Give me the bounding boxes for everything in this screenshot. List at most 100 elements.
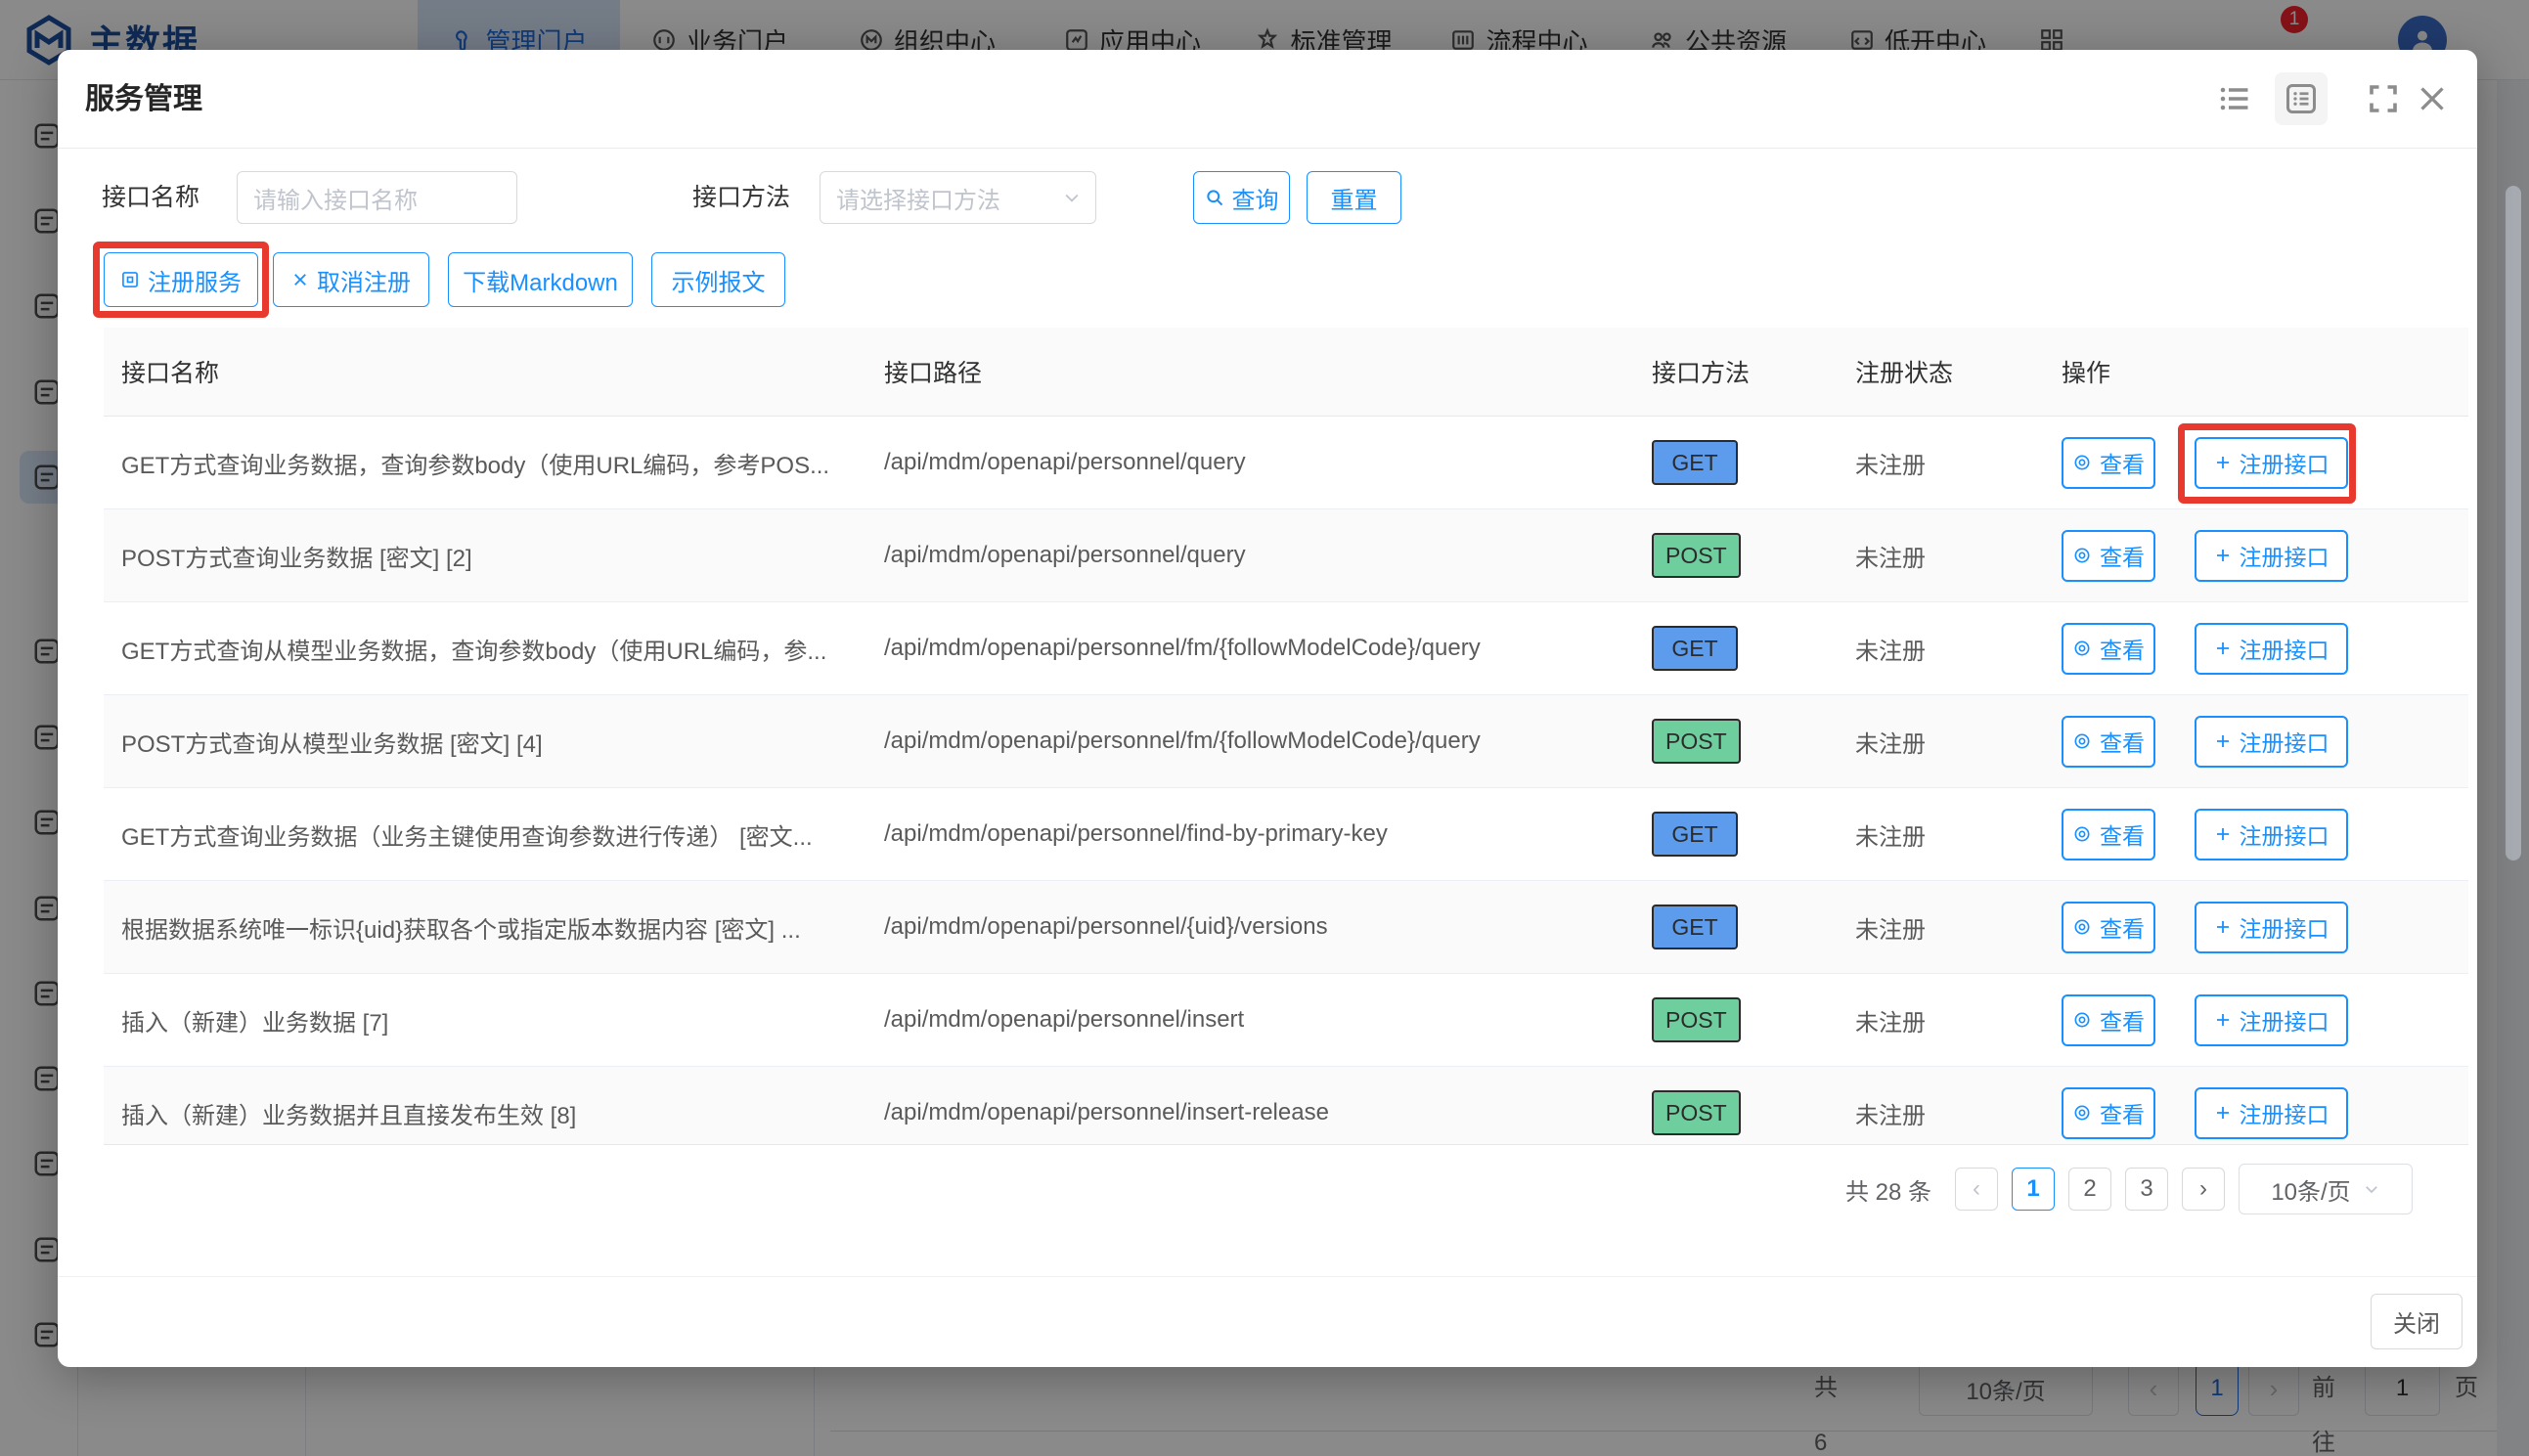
annotation-register-api — [2178, 423, 2356, 504]
cell-interface-path: /api/mdm/openapi/personnel/find-by-prima… — [866, 788, 1634, 880]
plus-icon — [2214, 640, 2232, 657]
annotation-register-service — [93, 242, 269, 318]
interface-method-label: 接口方法 — [692, 171, 790, 224]
page-button-2[interactable]: 2 — [2068, 1168, 2111, 1211]
dialog-header: 服务管理 — [58, 50, 2477, 149]
table-row: GET方式查询业务数据，查询参数body（使用URL编码，参考POS.../ap… — [104, 417, 2468, 509]
view-icon — [2072, 731, 2092, 751]
pagination-divider — [104, 1144, 2468, 1145]
interface-method-placeholder: 请选择接口方法 — [836, 181, 1000, 215]
table-row: 根据数据系统唯一标识{uid}获取各个或指定版本数据内容 [密文] .../ap… — [104, 881, 2468, 974]
view-icon — [2072, 824, 2092, 844]
method-tag: GET — [1652, 904, 1738, 949]
register-api-button[interactable]: 注册接口 — [2195, 902, 2348, 953]
reset-label: 重置 — [1331, 181, 1378, 215]
view-button[interactable]: 查看 — [2062, 994, 2155, 1046]
cancel-register-button[interactable]: 取消注册 — [273, 252, 429, 307]
dialog-title: 服务管理 — [85, 50, 202, 149]
method-tag: POST — [1652, 997, 1741, 1042]
sample-message-button[interactable]: 示例报文 — [651, 252, 785, 307]
x-icon — [291, 271, 309, 288]
method-tag: POST — [1652, 1090, 1741, 1135]
table-row: 插入（新建）业务数据 [7]/api/mdm/openapi/personnel… — [104, 974, 2468, 1067]
cell-register-status: 未注册 — [1838, 695, 2044, 787]
method-tag: GET — [1652, 812, 1738, 857]
chevron-down-icon — [2363, 1180, 2380, 1198]
register-api-button[interactable]: 注册接口 — [2195, 994, 2348, 1046]
cell-register-status: 未注册 — [1838, 602, 2044, 694]
register-api-button[interactable]: 注册接口 — [2195, 530, 2348, 582]
view-button[interactable]: 查看 — [2062, 716, 2155, 768]
cell-interface-name: POST方式查询从模型业务数据 [密文] [4] — [104, 695, 866, 787]
col-register-status: 注册状态 — [1838, 328, 2044, 416]
cell-interface-path: /api/mdm/openapi/personnel/query — [866, 509, 1634, 601]
cell-interface-name: POST方式查询业务数据 [密文] [2] — [104, 509, 866, 601]
plus-icon — [2214, 1011, 2232, 1029]
next-page-button[interactable]: › — [2182, 1168, 2225, 1211]
method-tag: POST — [1652, 719, 1741, 764]
cell-interface-path: /api/mdm/openapi/personnel/fm/{followMod… — [866, 695, 1634, 787]
cell-interface-name: 插入（新建）业务数据并且直接发布生效 [8] — [104, 1067, 866, 1144]
list-view-icon[interactable] — [2217, 81, 2252, 116]
download-markdown-label: 下载Markdown — [463, 263, 618, 297]
close-icon[interactable] — [2415, 81, 2450, 116]
register-api-button[interactable]: 注册接口 — [2195, 1087, 2348, 1139]
view-icon — [2072, 639, 2092, 658]
view-button[interactable]: 查看 — [2062, 623, 2155, 675]
table-row: POST方式查询从模型业务数据 [密文] [4]/api/mdm/openapi… — [104, 695, 2468, 788]
query-label: 查询 — [1232, 181, 1279, 215]
cell-register-status: 未注册 — [1838, 417, 2044, 508]
view-button[interactable]: 查看 — [2062, 902, 2155, 953]
plus-icon — [2214, 1104, 2232, 1122]
close-dialog-button[interactable]: 关闭 — [2371, 1294, 2462, 1349]
cell-interface-path: /api/mdm/openapi/personnel/{uid}/version… — [866, 881, 1634, 973]
view-button[interactable]: 查看 — [2062, 809, 2155, 860]
plus-icon — [2214, 918, 2232, 936]
view-icon — [2072, 453, 2092, 472]
cell-register-status: 未注册 — [1838, 788, 2044, 880]
method-tag: POST — [1652, 533, 1741, 578]
fullscreen-icon[interactable] — [2366, 81, 2401, 116]
table-row: GET方式查询业务数据（业务主键使用查询参数进行传递） [密文.../api/m… — [104, 788, 2468, 881]
cell-interface-path: /api/mdm/openapi/personnel/insert-releas… — [866, 1067, 1634, 1144]
register-api-button[interactable]: 注册接口 — [2195, 809, 2348, 860]
pagination: 共 28 条 ‹ 1 2 3 › 10条/页 — [1845, 1164, 2413, 1214]
col-interface-method: 接口方法 — [1634, 328, 1838, 416]
view-button[interactable]: 查看 — [2062, 530, 2155, 582]
table-body: GET方式查询业务数据，查询参数body（使用URL编码，参考POS.../ap… — [104, 417, 2468, 1144]
view-icon — [2072, 1010, 2092, 1030]
register-api-button[interactable]: 注册接口 — [2195, 623, 2348, 675]
cell-interface-name: GET方式查询业务数据（业务主键使用查询参数进行传递） [密文... — [104, 788, 866, 880]
view-icon — [2072, 1103, 2092, 1123]
page-size-select[interactable]: 10条/页 — [2239, 1164, 2413, 1214]
view-icon — [2072, 917, 2092, 937]
cell-register-status: 未注册 — [1838, 509, 2044, 601]
plus-icon — [2214, 732, 2232, 750]
col-interface-name: 接口名称 — [104, 328, 866, 416]
view-button[interactable]: 查看 — [2062, 1087, 2155, 1139]
service-table: 接口名称 接口路径 接口方法 注册状态 操作 GET方式查询业务数据，查询参数b… — [104, 328, 2468, 1144]
register-api-button[interactable]: 注册接口 — [2195, 716, 2348, 768]
view-button[interactable]: 查看 — [2062, 437, 2155, 489]
reset-button[interactable]: 重置 — [1307, 171, 1401, 224]
cell-interface-path: /api/mdm/openapi/personnel/query — [866, 417, 1634, 508]
table-header: 接口名称 接口路径 接口方法 注册状态 操作 — [104, 328, 2468, 417]
service-management-dialog: 服务管理 接口名称 请输入接口名称 接口方法 请选择接口方法 查询 重置 — [58, 50, 2477, 1367]
cell-register-status: 未注册 — [1838, 1067, 2044, 1144]
table-row: POST方式查询业务数据 [密文] [2]/api/mdm/openapi/pe… — [104, 509, 2468, 602]
prev-page-button[interactable]: ‹ — [1955, 1168, 1998, 1211]
page-button-3[interactable]: 3 — [2125, 1168, 2168, 1211]
interface-name-input[interactable]: 请输入接口名称 — [237, 171, 517, 224]
method-tag: GET — [1652, 626, 1738, 671]
cell-register-status: 未注册 — [1838, 881, 2044, 973]
window-scrollbar[interactable] — [2506, 186, 2521, 860]
cell-interface-path: /api/mdm/openapi/personnel/insert — [866, 974, 1634, 1066]
view-icon — [2072, 546, 2092, 565]
total-count: 共 28 条 — [1845, 1172, 1931, 1207]
query-button[interactable]: 查询 — [1193, 171, 1290, 224]
cell-interface-name: 插入（新建）业务数据 [7] — [104, 974, 866, 1066]
interface-method-select[interactable]: 请选择接口方法 — [820, 171, 1096, 224]
card-view-icon[interactable] — [2275, 72, 2328, 125]
page-button-1[interactable]: 1 — [2012, 1168, 2055, 1211]
download-markdown-button[interactable]: 下载Markdown — [448, 252, 633, 307]
